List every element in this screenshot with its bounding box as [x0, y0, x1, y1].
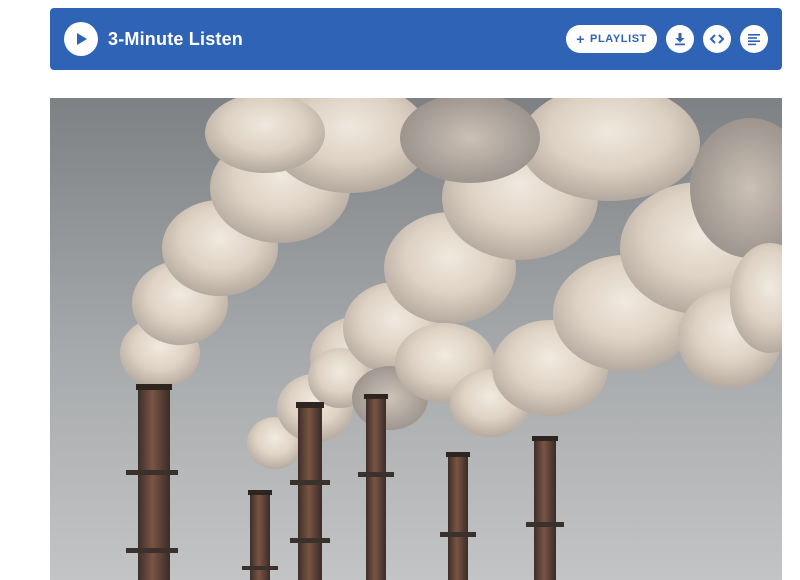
smokestacks-photo: [50, 98, 782, 580]
play-button[interactable]: [64, 22, 98, 56]
playlist-label: PLAYLIST: [590, 33, 647, 45]
plus-icon: +: [576, 31, 586, 47]
transcript-icon: [748, 34, 760, 46]
audio-player-bar: 3-Minute Listen + PLAYLIST: [50, 8, 782, 70]
play-icon: [77, 33, 87, 45]
embed-code-icon: [709, 34, 725, 44]
transcript-button[interactable]: [740, 25, 768, 53]
player-title: 3-Minute Listen: [108, 28, 244, 49]
download-button[interactable]: [666, 25, 694, 53]
add-to-playlist-button[interactable]: + PLAYLIST: [566, 25, 657, 53]
download-icon: [675, 33, 685, 46]
embed-button[interactable]: [703, 25, 731, 53]
